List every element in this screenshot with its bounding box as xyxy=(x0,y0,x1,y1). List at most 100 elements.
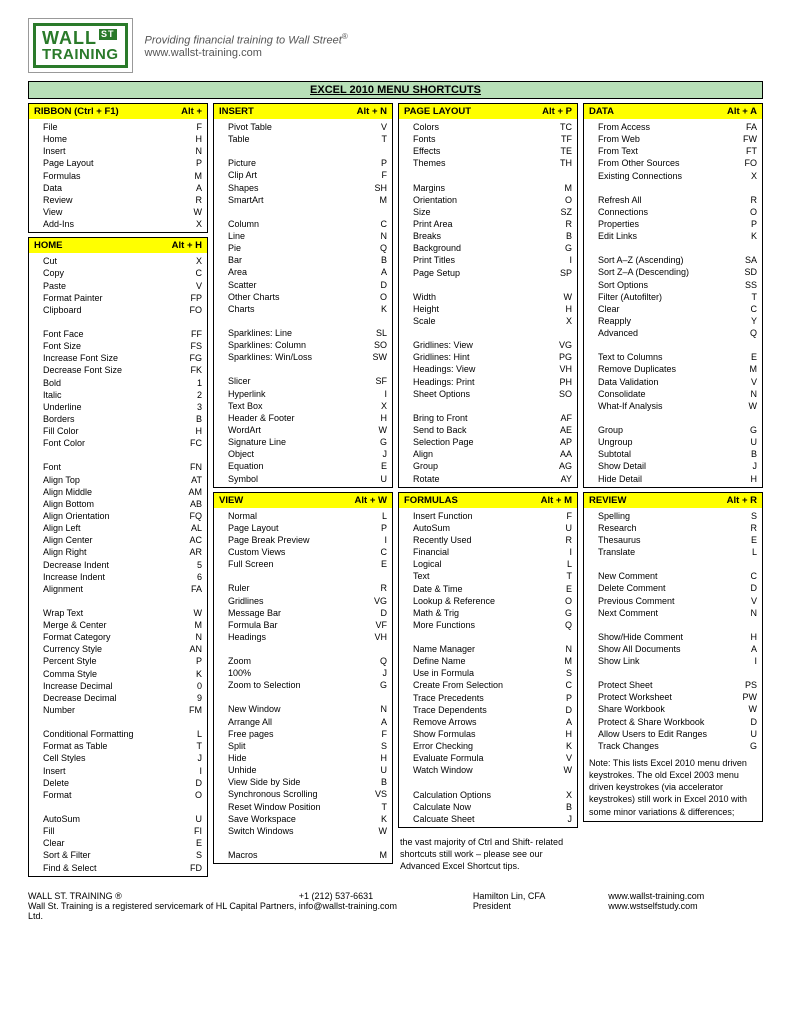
shortcut-row: ViewW xyxy=(43,206,202,218)
shortcut-label: Headings xyxy=(228,631,266,643)
shortcut-label: Headings: Print xyxy=(413,376,475,388)
shortcut-key: SA xyxy=(745,254,757,266)
section-title: DATA xyxy=(589,106,614,117)
shortcut-row: CopyC xyxy=(43,267,202,279)
shortcut-row: ConsolidateN xyxy=(598,388,757,400)
shortcut-row: Remove ArrowsA xyxy=(413,716,572,728)
shortcut-row: Filter (Autofilter)T xyxy=(598,291,757,303)
shortcut-label: Align xyxy=(413,448,433,460)
shortcut-key: W xyxy=(379,825,388,837)
page-header: WALLST TRAINING Providing financial trai… xyxy=(28,18,763,73)
shortcut-label: Cell Styles xyxy=(43,752,86,764)
shortcut-key: D xyxy=(381,607,388,619)
section-header: INSERTAlt + N xyxy=(214,104,392,119)
shortcut-label: Save Workspace xyxy=(228,813,296,825)
shortcut-row: Share WorkbookW xyxy=(598,703,757,715)
section-title: FORMULAS xyxy=(404,495,458,506)
shortcut-key: T xyxy=(197,740,203,752)
shortcut-key: AM xyxy=(189,486,203,498)
logo: WALLST TRAINING xyxy=(28,18,133,73)
shortcut-row: Align RightAR xyxy=(43,546,202,558)
shortcut-row: WordArtW xyxy=(228,424,387,436)
shortcut-label: Font Color xyxy=(43,437,85,449)
shortcut-row: BackgroundG xyxy=(413,242,572,254)
shortcut-label: Align Center xyxy=(43,534,93,546)
shortcut-key: M xyxy=(195,619,203,631)
shortcut-row: Align Middle AM xyxy=(43,486,202,498)
shortcut-label: Page Break Preview xyxy=(228,534,310,546)
section: DATAAlt + AFrom AccessFAFrom WebFWFrom T… xyxy=(583,103,763,488)
section-title: INSERT xyxy=(219,106,254,117)
shortcut-key: B xyxy=(381,776,387,788)
shortcut-key: J xyxy=(568,813,573,825)
shortcut-key: N xyxy=(381,703,388,715)
shortcut-row: Comma StyleK xyxy=(43,668,202,680)
shortcut-key: SZ xyxy=(560,206,572,218)
shortcut-key: I xyxy=(569,546,572,558)
shortcut-label: Slicer xyxy=(228,375,251,387)
shortcut-row: FontsTF xyxy=(413,133,572,145)
shortcut-row: Font Color FC xyxy=(43,437,202,449)
shortcut-label: Filter (Autofilter) xyxy=(598,291,662,303)
shortcut-key: R xyxy=(566,218,573,230)
shortcut-key: W xyxy=(564,291,573,303)
shortcut-key: A xyxy=(751,643,757,655)
shortcut-row: OrientationO xyxy=(413,194,572,206)
shortcut-row: ClearE xyxy=(43,837,202,849)
shortcuts-grid: RIBBON (Ctrl + F1)Alt +FileFHomeHInsertN… xyxy=(28,103,763,877)
shortcut-label: Table xyxy=(228,133,250,145)
shortcut-key: E xyxy=(751,351,757,363)
shortcut-key: F xyxy=(567,510,573,522)
section-body: SpellingSResearchRThesaurusETranslateLNe… xyxy=(584,508,762,754)
section-title: REVIEW xyxy=(589,495,626,506)
shortcut-label: From Web xyxy=(598,133,640,145)
shortcut-row: Formula BarVF xyxy=(228,619,387,631)
shortcut-row: SmartArtM xyxy=(228,194,387,206)
shortcut-label: Show Formulas xyxy=(413,728,476,740)
section: REVIEW Alt + R SpellingSResearchRThesaurus… xyxy=(583,492,763,822)
shortcut-key: AY xyxy=(561,473,572,485)
shortcut-key: C xyxy=(381,546,388,558)
shortcut-key: X xyxy=(751,170,757,182)
shortcut-label: Pivot Table xyxy=(228,121,272,133)
shortcut-row: Hide DetailH xyxy=(598,473,757,485)
shortcut-row: ScatterD xyxy=(228,279,387,291)
shortcut-row: Align CenterAC xyxy=(43,534,202,546)
shortcut-key: U xyxy=(751,436,758,448)
shortcut-row: PropertiesP xyxy=(598,218,757,230)
shortcut-label: Zoom xyxy=(228,655,251,667)
shortcut-key: FC xyxy=(190,437,202,449)
shortcut-key: B xyxy=(566,230,572,242)
shortcut-row: SpellingS xyxy=(598,510,757,522)
shortcut-label: Width xyxy=(413,291,436,303)
section: PAGE LAYOUTAlt + PColorsTCFontsTFEffects… xyxy=(398,103,578,488)
section-key: Alt + R xyxy=(727,495,757,506)
shortcut-row: Bring to FrontAF xyxy=(413,412,572,424)
shortcut-key: S xyxy=(566,667,572,679)
shortcut-row: ThemesTH xyxy=(413,157,572,169)
shortcut-row: Track ChangesG xyxy=(598,740,757,752)
shortcut-row: EffectsTE xyxy=(413,145,572,157)
shortcut-key: AP xyxy=(560,436,572,448)
shortcut-label: Show Link xyxy=(598,655,640,667)
shortcut-label: Remove Duplicates xyxy=(598,363,676,375)
shortcut-row: Fill ColorH xyxy=(43,425,202,437)
shortcut-key: B xyxy=(381,254,387,266)
shortcut-row: Find & SelectFD xyxy=(43,862,202,874)
shortcut-row: Evaluate FormulaV xyxy=(413,752,572,764)
shortcut-key: U xyxy=(381,473,388,485)
shortcut-label: Align Middle xyxy=(43,486,92,498)
shortcut-key: O xyxy=(565,194,572,206)
shortcut-row: FinancialI xyxy=(413,546,572,558)
shortcut-row: NumberFM xyxy=(43,704,202,716)
shortcut-row: TextT xyxy=(413,570,572,582)
shortcut-row: New CommentC xyxy=(598,570,757,582)
shortcut-key: C xyxy=(751,570,758,582)
shortcut-row: Align BottomAB xyxy=(43,498,202,510)
shortcut-row: GroupAG xyxy=(413,460,572,472)
shortcut-label: SmartArt xyxy=(228,194,264,206)
shortcut-label: Ungroup xyxy=(598,436,633,448)
shortcut-label: Currency Style xyxy=(43,643,102,655)
shortcut-row: Send to BackAE xyxy=(413,424,572,436)
shortcut-label: Track Changes xyxy=(598,740,659,752)
